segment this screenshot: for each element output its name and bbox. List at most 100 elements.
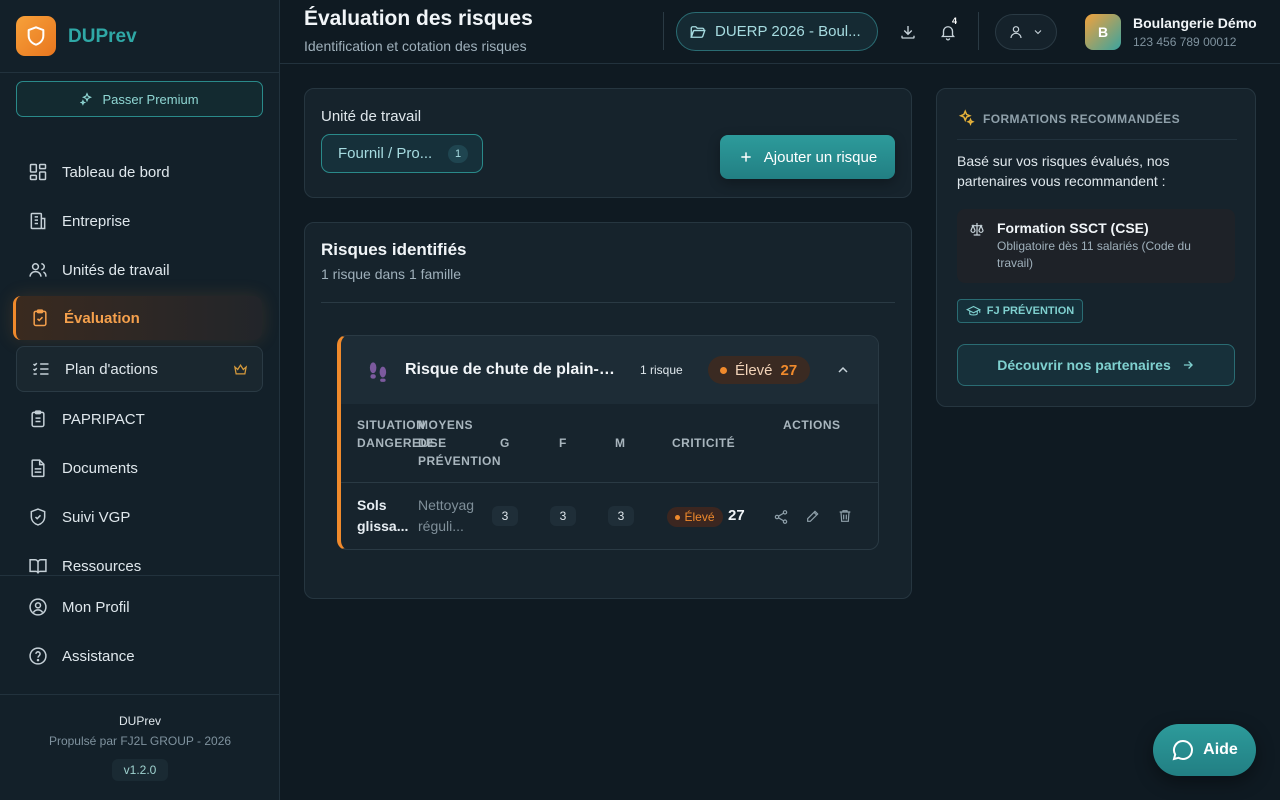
sidebar-item-label: Mon Profil — [62, 598, 130, 616]
page-subtitle: Identification et cotation des risques — [304, 38, 527, 54]
footprints-icon — [369, 362, 387, 382]
sidebar-item-label: PAPRIPACT — [62, 410, 145, 428]
company-name: Boulangerie Démo — [1133, 15, 1257, 31]
criticality-label: Élevé — [684, 510, 715, 524]
plus-icon — [741, 152, 751, 162]
sparkles-icon — [80, 92, 93, 106]
criticality-badge: Élevé — [667, 507, 723, 527]
partner-badge-label: FJ PRÉVENTION — [986, 305, 1075, 317]
sidebar-item-documents[interactable]: Documents — [14, 446, 263, 490]
duerp-selector[interactable]: DUERP 2026 - Boul... — [676, 12, 878, 51]
user-menu-button[interactable] — [995, 14, 1057, 50]
risk-level-badge: Élevé 27 — [708, 356, 810, 384]
footer-brand: DUPrev — [118, 714, 161, 728]
level-dot — [675, 514, 681, 520]
discover-partners-button[interactable]: Découvrir nos partenaires — [957, 344, 1235, 386]
sidebar-item-suivi-vgp[interactable]: Suivi VGP — [14, 495, 263, 539]
app-name: DUPrev — [68, 26, 137, 47]
sidebar-item-label: Plan d'actions — [65, 360, 158, 378]
company-avatar[interactable]: B — [1085, 14, 1121, 50]
discover-label: Découvrir nos partenaires — [997, 357, 1171, 373]
duerp-label: DUERP 2026 - Boul... — [715, 23, 861, 40]
document-icon — [31, 459, 45, 478]
users-icon — [29, 263, 47, 277]
frequency-value: 3 — [550, 506, 576, 526]
notification-count: 4 — [952, 16, 958, 26]
column-header-actions: ACTIONS — [783, 418, 841, 432]
work-unit-name: Fournil / Pro... — [338, 145, 433, 162]
formations-heading: FORMATIONS RECOMMANDÉES — [983, 112, 1180, 126]
situation-cell: Sols glissa... — [357, 497, 409, 534]
work-unit-label: Unité de travail — [321, 108, 422, 125]
premium-button[interactable]: Passer Premium — [16, 81, 263, 117]
footer-powered: Propulsé par FJ2L GROUP - 2026 — [48, 734, 232, 748]
formation-item[interactable]: Formation SSCT (CSE) Obligatoire dès 11 … — [957, 209, 1235, 283]
clipboard-check-icon — [33, 309, 47, 327]
divider — [0, 72, 280, 73]
divider — [321, 302, 895, 303]
sidebar-item-label: Entreprise — [62, 212, 131, 230]
sidebar-item-mon-profil[interactable]: Mon Profil — [14, 585, 263, 629]
edit-icon[interactable] — [805, 508, 821, 524]
sidebar-item-plan-actions[interactable]: Plan d'actions — [16, 346, 263, 392]
formations-intro: Basé sur vos risques évalués, nos parten… — [957, 153, 1170, 189]
folder-open-icon — [690, 25, 706, 38]
arrow-right-icon — [1183, 361, 1193, 369]
formation-description: Obligatoire dès 11 salariés (Code du tra… — [997, 239, 1191, 270]
divider — [0, 694, 280, 695]
work-unit-count: 1 — [448, 145, 468, 163]
sidebar-item-label: Évaluation — [64, 309, 140, 327]
work-unit-tab[interactable]: Fournil / Pro... 1 — [321, 134, 483, 173]
chevron-up-icon[interactable] — [835, 362, 851, 378]
dashboard-icon — [29, 163, 47, 181]
user-icon — [1010, 26, 1022, 39]
help-chat-button[interactable]: Aide — [1153, 724, 1256, 776]
book-icon — [29, 559, 47, 574]
divider — [663, 12, 664, 50]
sidebar: DUPrev Passer Premium Tableau de bord En… — [0, 0, 280, 800]
app-logo[interactable] — [16, 16, 56, 56]
risk-family-name: Risque de chute de plain-pied — [405, 361, 615, 378]
column-header-m: M — [615, 436, 626, 450]
notifications-button[interactable] — [934, 18, 962, 46]
sidebar-item-unites[interactable]: Unités de travail — [14, 248, 263, 292]
version-badge: v1.2.0 — [112, 759, 168, 781]
add-risk-button[interactable]: Ajouter un risque — [720, 135, 895, 179]
sidebar-item-papripact[interactable]: PAPRIPACT — [14, 397, 263, 441]
header-divider — [280, 63, 1280, 64]
sidebar-item-label: Documents — [62, 459, 138, 477]
crown-icon — [233, 363, 248, 374]
trash-icon[interactable] — [837, 508, 853, 524]
risk-family-count: 1 risque — [640, 363, 683, 377]
level-score: 27 — [780, 361, 798, 379]
company-siret: 123 456 789 00012 — [1133, 35, 1237, 49]
prevention-cell: Nettoyage réguli... — [418, 497, 474, 534]
sidebar-item-label: Suivi VGP — [62, 508, 131, 526]
sidebar-item-ressources[interactable]: Ressources — [14, 544, 263, 588]
help-circle-icon — [29, 647, 47, 665]
risk-family-header[interactable]: Risque de chute de plain-pied 1 risque É… — [341, 336, 878, 404]
divider — [978, 12, 979, 50]
scale-icon — [970, 223, 984, 236]
partner-badge: FJ PRÉVENTION — [957, 299, 1083, 323]
gravity-value: 3 — [492, 506, 518, 526]
risks-subtitle: 1 risque dans 1 famille — [321, 266, 462, 282]
sidebar-item-dashboard[interactable]: Tableau de bord — [14, 150, 263, 194]
list-check-icon — [32, 362, 49, 375]
chat-bubble-icon — [1172, 739, 1194, 761]
graduation-cap-icon — [965, 305, 981, 315]
divider — [0, 575, 280, 576]
add-risk-label: Ajouter un risque — [763, 148, 878, 166]
divider — [341, 482, 878, 483]
sidebar-item-assistance[interactable]: Assistance — [14, 634, 263, 678]
mastery-value: 3 — [608, 506, 634, 526]
column-header-criticite: CRITICITÉ — [672, 436, 736, 450]
divider — [957, 139, 1237, 140]
share-icon[interactable] — [773, 509, 789, 525]
help-label: Aide — [1203, 741, 1238, 758]
sidebar-item-entreprise[interactable]: Entreprise — [14, 199, 263, 243]
column-header-moyens: MOYENS DE PRÉVENTION — [418, 418, 502, 468]
download-button[interactable] — [894, 18, 922, 46]
user-circle-icon — [29, 598, 47, 616]
sidebar-item-evaluation[interactable]: Évaluation — [13, 296, 262, 340]
